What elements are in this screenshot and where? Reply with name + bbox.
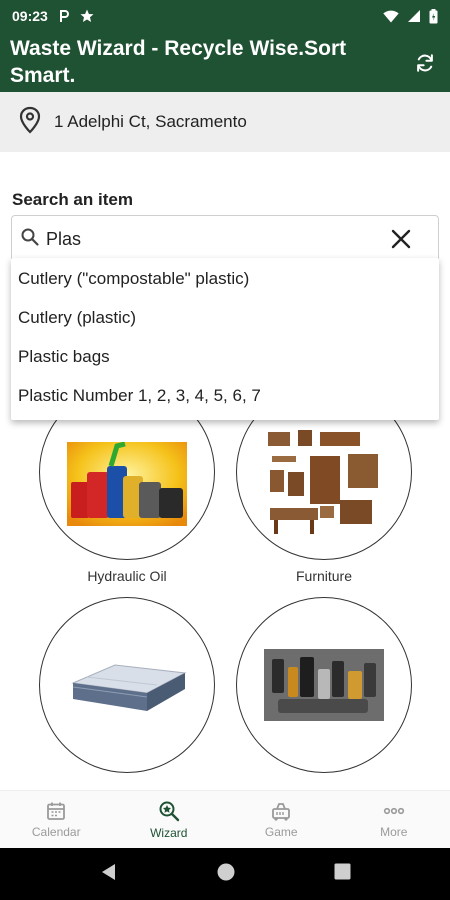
item-circle[interactable] bbox=[236, 597, 412, 773]
nav-item-more[interactable]: More bbox=[338, 791, 450, 848]
nav-label: Calendar bbox=[31, 824, 81, 839]
star-icon bbox=[80, 9, 94, 23]
back-icon bbox=[101, 863, 115, 880]
system-nav-bar bbox=[0, 848, 450, 900]
suggestion-item[interactable]: Plastic Number 1, 2, 3, 4, 5, 6, 7 bbox=[11, 376, 439, 415]
grid-item-mattress[interactable] bbox=[39, 597, 215, 781]
wizard-icon bbox=[159, 801, 179, 821]
oil-containers-image bbox=[67, 442, 187, 526]
suggestion-item[interactable]: Cutlery (plastic) bbox=[11, 298, 439, 337]
more-icon bbox=[383, 807, 404, 814]
nav-label: Game bbox=[264, 824, 298, 839]
back-button[interactable] bbox=[100, 863, 118, 886]
item-label: Hydraulic Oil bbox=[87, 568, 167, 584]
wifi-icon bbox=[383, 10, 399, 23]
recents-icon bbox=[334, 863, 350, 880]
app-bar: Waste Wizard - Recycle Wise.Sort Smart. bbox=[0, 32, 450, 92]
recents-button[interactable] bbox=[334, 863, 351, 885]
battery-icon bbox=[429, 8, 438, 24]
nav-label: Wizard bbox=[150, 825, 188, 840]
refresh-icon bbox=[417, 54, 433, 72]
signal-icon bbox=[407, 9, 421, 23]
grid-item-batteries[interactable] bbox=[236, 597, 412, 781]
batteries-image bbox=[264, 649, 384, 721]
calendar-icon bbox=[47, 802, 66, 820]
suggestion-dropdown: Cutlery ("compostable" plastic) Cutlery … bbox=[11, 258, 439, 420]
search-icon bbox=[20, 227, 40, 252]
nav-item-calendar[interactable]: Calendar bbox=[0, 791, 113, 848]
close-icon bbox=[391, 229, 411, 249]
home-button[interactable] bbox=[216, 862, 236, 887]
clear-search-button[interactable] bbox=[388, 226, 414, 252]
game-icon bbox=[272, 802, 291, 821]
parking-icon bbox=[58, 9, 70, 23]
search-input[interactable] bbox=[46, 228, 376, 250]
suggestion-item[interactable]: Cutlery ("compostable" plastic) bbox=[11, 259, 439, 298]
nav-item-wizard[interactable]: Wizard bbox=[113, 791, 226, 848]
status-bar: 09:23 bbox=[0, 0, 450, 32]
item-label: Furniture bbox=[295, 568, 353, 584]
nav-item-game[interactable]: Game bbox=[225, 791, 338, 848]
nav-label: More bbox=[380, 824, 408, 839]
status-time: 09:23 bbox=[12, 8, 48, 24]
search-box[interactable] bbox=[11, 215, 439, 263]
furniture-image bbox=[268, 430, 378, 534]
location-bar[interactable]: 1 Adelphi Ct, Sacramento bbox=[0, 92, 450, 152]
item-circle[interactable] bbox=[39, 597, 215, 773]
refresh-button[interactable] bbox=[410, 48, 440, 78]
search-label: Search an item bbox=[12, 190, 133, 209]
location-address: 1 Adelphi Ct, Sacramento bbox=[54, 112, 247, 131]
bottom-nav: Calendar Wizard Game More bbox=[0, 790, 450, 848]
location-pin-icon bbox=[18, 106, 42, 139]
app-title: Waste Wizard - Recycle Wise.Sort Smart. bbox=[10, 37, 347, 87]
mattress-image bbox=[71, 664, 187, 711]
suggestion-item[interactable]: Plastic bags bbox=[11, 337, 439, 376]
home-icon bbox=[217, 863, 234, 880]
